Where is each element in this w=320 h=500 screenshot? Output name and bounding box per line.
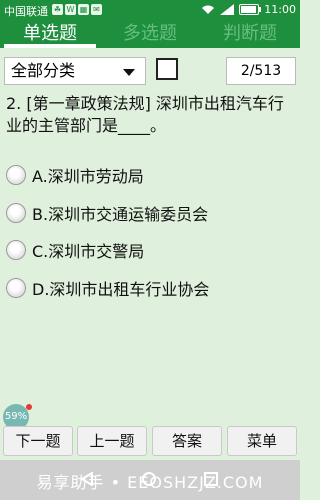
watermark: 易享助手 • EEOSHZJZ.COM (36, 473, 264, 492)
tab-multiple-choice[interactable]: 多选题 (100, 20, 200, 48)
clock: 11:00 (264, 3, 296, 16)
leaf-icon: ☘ (52, 4, 63, 15)
dropdown-arrow-icon (123, 69, 135, 76)
radio-button[interactable] (6, 165, 26, 185)
answer-button[interactable]: 答案 (152, 426, 222, 456)
notification-icons: ☘ W ▦ ✉ (52, 4, 102, 15)
option-d[interactable]: D.深圳市出租车行业协会 (6, 276, 209, 300)
question-progress[interactable]: 2/513 (226, 57, 296, 85)
status-bar: 中国联通 ☘ W ▦ ✉ 11:00 (0, 0, 300, 20)
battery-icon (239, 4, 262, 15)
question-text: 2. [第一章政策法规] 深圳市出租汽车行业的主管部门是____。 (6, 94, 284, 135)
option-a[interactable]: A.深圳市劳动局 (6, 163, 144, 187)
option-label: B.深圳市交通运输委员会 (32, 205, 209, 224)
category-select-value: 全部分类 (11, 61, 76, 80)
previous-question-button[interactable]: 上一题 (77, 426, 147, 456)
app-w-icon: W (65, 4, 76, 15)
gallery-icon: ▦ (78, 4, 89, 15)
navigation-bar: 易享助手 • EEOSHZJZ.COM (0, 460, 300, 500)
option-label: A.深圳市劳动局 (32, 167, 144, 186)
action-buttons: 下一题 上一题 答案 菜单 (0, 426, 300, 458)
option-b[interactable]: B.深圳市交通运输委员会 (6, 201, 208, 225)
option-label: D.深圳市出租车行业协会 (32, 280, 210, 299)
radio-button[interactable] (6, 240, 26, 260)
next-question-button[interactable]: 下一题 (3, 426, 73, 456)
signal-icon (220, 4, 235, 15)
notification-dot (26, 404, 32, 410)
question-type-tabs: 单选题 多选题 判断题 (0, 20, 300, 48)
radio-button[interactable] (6, 278, 26, 298)
carrier-name: 中国联通 (4, 5, 48, 18)
option-label: C.深圳市交警局 (32, 242, 145, 261)
category-select[interactable]: 全部分类 (4, 57, 146, 85)
option-c[interactable]: C.深圳市交警局 (6, 238, 144, 262)
radio-button[interactable] (6, 203, 26, 223)
message-icon: ✉ (91, 4, 102, 15)
favorite-checkbox[interactable] (156, 58, 178, 80)
toolbar: 全部分类 2/513 (0, 57, 300, 87)
menu-button[interactable]: 菜单 (227, 426, 297, 456)
tab-true-false[interactable]: 判断题 (200, 20, 300, 48)
tab-single-choice[interactable]: 单选题 (0, 20, 100, 48)
system-status: 11:00 (201, 3, 296, 16)
wifi-icon (202, 5, 215, 14)
